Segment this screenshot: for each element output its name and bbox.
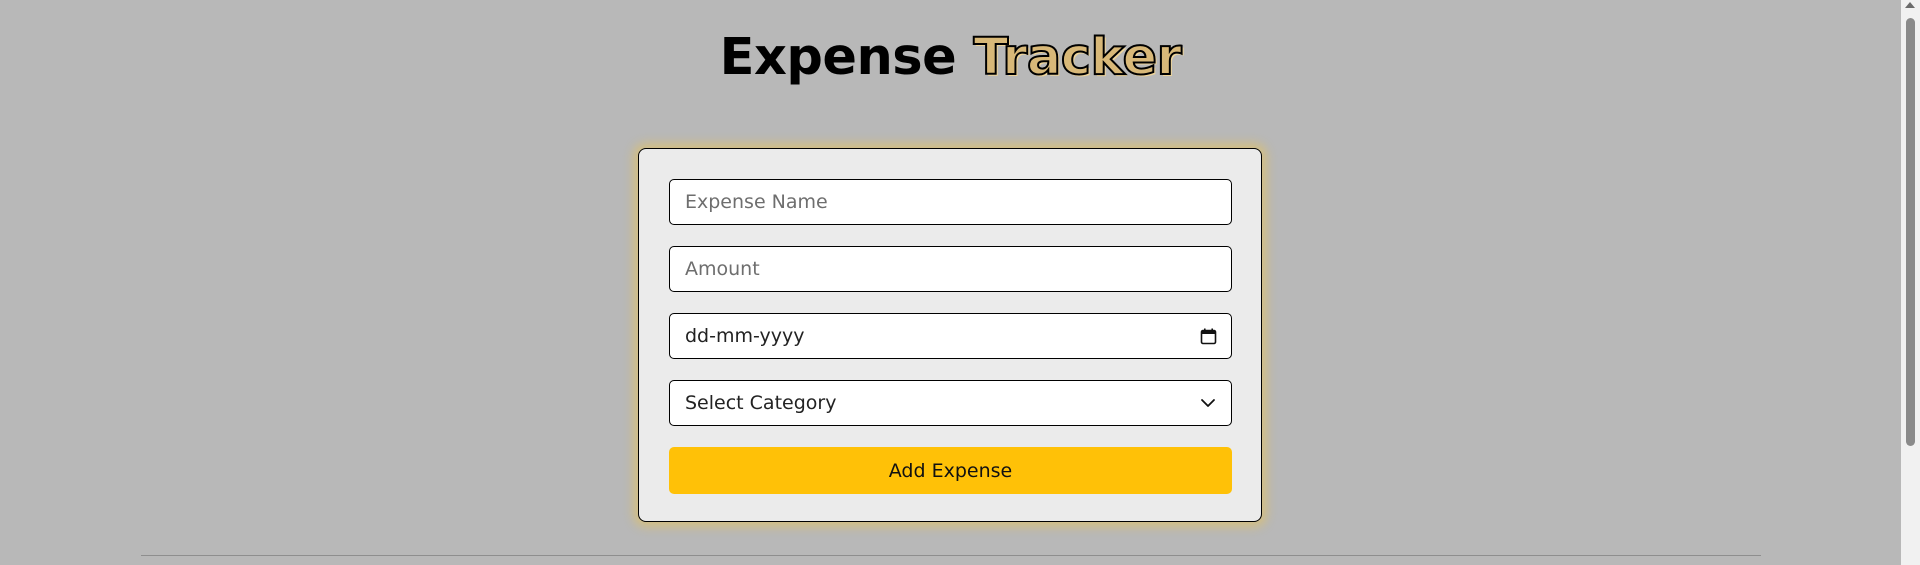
amount-input[interactable]: Amount: [669, 246, 1232, 292]
app-window: Expense Tracker Expense Name Amount dd-m…: [0, 0, 1920, 565]
scrollbar-thumb[interactable]: [1906, 18, 1915, 446]
expense-form-card: Expense Name Amount dd-mm-yyyy Select Ca…: [638, 148, 1262, 522]
expense-name-placeholder: Expense Name: [685, 191, 828, 213]
amount-placeholder: Amount: [685, 258, 760, 280]
date-input[interactable]: dd-mm-yyyy: [669, 313, 1232, 359]
page-content: Expense Tracker Expense Name Amount dd-m…: [0, 0, 1901, 565]
calendar-icon[interactable]: [1200, 328, 1217, 345]
title-main: Expense: [719, 28, 957, 87]
title-accent: Tracker: [973, 27, 1183, 88]
chevron-down-icon: [1200, 398, 1216, 408]
date-placeholder: dd-mm-yyyy: [685, 325, 805, 347]
category-select[interactable]: Select Category: [669, 380, 1232, 426]
vertical-scrollbar[interactable]: [1901, 0, 1920, 565]
add-expense-button[interactable]: Add Expense: [669, 447, 1232, 494]
scroll-up-arrow-icon[interactable]: [1905, 2, 1915, 8]
page-title: Expense Tracker: [0, 27, 1901, 88]
section-divider: [141, 555, 1761, 556]
category-selected-value: Select Category: [685, 392, 837, 414]
expense-name-input[interactable]: Expense Name: [669, 179, 1232, 225]
